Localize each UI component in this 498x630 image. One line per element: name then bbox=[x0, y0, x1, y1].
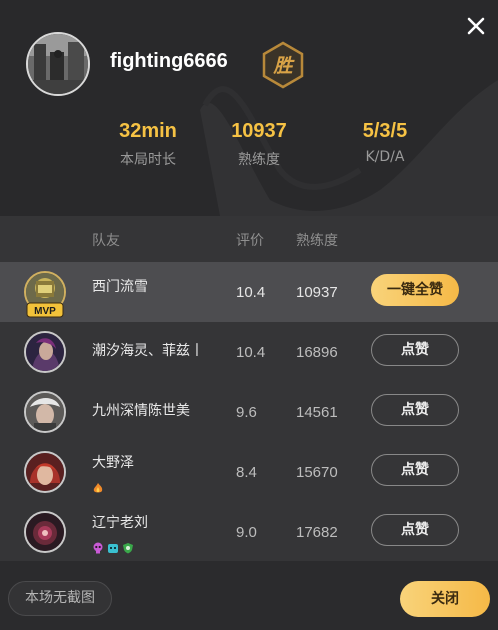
robot-icon bbox=[107, 539, 119, 553]
teammate-proficiency: 16896 bbox=[296, 344, 338, 361]
skull-icon bbox=[92, 539, 104, 554]
stat-value: 5/3/5 bbox=[362, 120, 408, 142]
like-button[interactable]: 点赞 bbox=[371, 334, 459, 366]
player-avatar bbox=[26, 32, 90, 96]
honor-badges bbox=[92, 539, 134, 554]
stat-label: K/D/A bbox=[365, 149, 405, 165]
player-username: fighting6666 bbox=[110, 50, 228, 72]
teammate-rating: 9.6 bbox=[236, 404, 257, 421]
close-icon[interactable] bbox=[464, 14, 488, 38]
teammate-avatar bbox=[24, 451, 66, 493]
mvp-badge: MVP bbox=[26, 302, 64, 318]
teammate-name: 西门流雪 bbox=[92, 279, 148, 295]
fire-icon bbox=[92, 479, 104, 493]
mvp-badge-text: MVP bbox=[34, 306, 56, 317]
teammates-table: 队友 评价 熟练度 MVP 西门流雪 10.4 10937 一键全赞 潮汐海灵、… bbox=[0, 216, 498, 561]
stat-value: 32min bbox=[119, 120, 177, 142]
teammate-name: 大野泽 bbox=[92, 455, 134, 471]
table-row: 大野泽 8.4 15670 点赞 bbox=[0, 442, 498, 502]
teammate-name: 潮汐海灵、菲兹丨 bbox=[92, 343, 204, 359]
stat-proficiency: 10937 熟练度 bbox=[199, 118, 319, 169]
table-row: MVP 西门流雪 10.4 10937 一键全赞 bbox=[0, 262, 498, 322]
teammate-rating: 8.4 bbox=[236, 464, 257, 481]
teammate-name: 辽宁老刘 bbox=[92, 515, 148, 531]
like-all-button[interactable]: 一键全赞 bbox=[371, 274, 459, 306]
column-teammate: 队友 bbox=[92, 233, 120, 249]
shield-icon bbox=[122, 539, 134, 554]
teammate-proficiency: 14561 bbox=[296, 404, 338, 421]
teammate-proficiency: 17682 bbox=[296, 524, 338, 541]
table-row: 潮汐海灵、菲兹丨 10.4 16896 点赞 bbox=[0, 322, 498, 382]
column-proficiency: 熟练度 bbox=[296, 233, 338, 249]
table-row: 辽宁老刘 9.0 17682 点赞 bbox=[0, 502, 498, 562]
close-button[interactable]: 关闭 bbox=[400, 581, 490, 617]
stat-duration: 32min 本局时长 bbox=[88, 118, 208, 169]
column-rating: 评价 bbox=[236, 233, 264, 249]
teammate-rating: 10.4 bbox=[236, 284, 266, 301]
like-button[interactable]: 点赞 bbox=[371, 394, 459, 426]
teammate-rating: 10.4 bbox=[236, 344, 266, 361]
stat-label: 本局时长 bbox=[120, 152, 176, 168]
header-background-swoosh bbox=[200, 80, 498, 216]
victory-badge: 胜 bbox=[260, 40, 306, 90]
footer-bar: 本场无截图 关闭 bbox=[0, 561, 498, 630]
victory-badge-text: 胜 bbox=[272, 55, 295, 77]
teammate-proficiency: 15670 bbox=[296, 464, 338, 481]
match-result-panel: fighting6666 胜 32min 本局时长 10937 熟练度 5/3/… bbox=[0, 0, 498, 630]
honor-badges bbox=[92, 479, 104, 493]
teammate-rating: 9.0 bbox=[236, 524, 257, 541]
table-row: 九州深情陈世美 9.6 14561 点赞 bbox=[0, 382, 498, 442]
teammate-avatar bbox=[24, 391, 66, 433]
no-screenshot-button[interactable]: 本场无截图 bbox=[8, 581, 112, 616]
teammate-avatar bbox=[24, 511, 66, 553]
stat-kda: 5/3/5 K/D/A bbox=[325, 118, 445, 165]
teammate-proficiency: 10937 bbox=[296, 284, 338, 301]
table-header: 队友 评价 熟练度 bbox=[0, 216, 498, 262]
like-button[interactable]: 点赞 bbox=[371, 454, 459, 486]
like-button[interactable]: 点赞 bbox=[371, 514, 459, 546]
match-summary-header: fighting6666 胜 32min 本局时长 10937 熟练度 5/3/… bbox=[0, 0, 498, 216]
stat-value: 10937 bbox=[231, 120, 287, 142]
teammate-name: 九州深情陈世美 bbox=[92, 403, 190, 419]
stat-label: 熟练度 bbox=[238, 152, 280, 168]
teammate-avatar bbox=[24, 331, 66, 373]
